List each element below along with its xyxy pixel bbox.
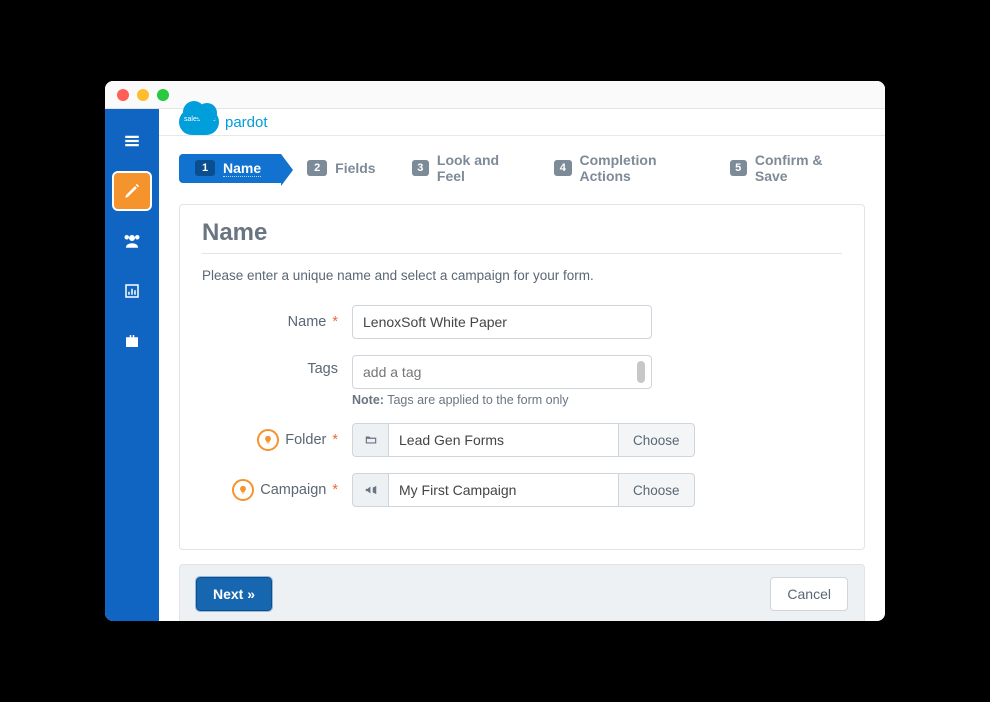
step-number: 5 (730, 160, 747, 176)
step-label: Name (223, 160, 261, 177)
sidebar-item-reports[interactable] (114, 273, 150, 309)
name-input[interactable] (352, 305, 652, 339)
step-number: 4 (554, 160, 571, 176)
label-campaign: Campaign* (202, 479, 352, 501)
step-name[interactable]: 1 Name (179, 154, 281, 183)
sidebar-item-briefcase[interactable] (114, 323, 150, 359)
row-tags: Tags Note: Tags are applied to the form … (202, 355, 842, 407)
row-campaign: Campaign* Choose (202, 473, 842, 507)
step-look-and-feel[interactable]: 3 Look and Feel (396, 146, 539, 190)
scrollbar-icon[interactable] (637, 361, 645, 383)
fullscreen-icon[interactable] (157, 89, 169, 101)
folder-choose-button[interactable]: Choose (618, 423, 695, 457)
sidebar-item-edit[interactable] (114, 173, 150, 209)
campaign-input[interactable] (388, 473, 618, 507)
step-completion-actions[interactable]: 4 Completion Actions (538, 146, 713, 190)
panel-intro: Please enter a unique name and select a … (202, 268, 842, 283)
header: salesforce pardot (159, 109, 885, 136)
step-label: Fields (335, 160, 375, 176)
step-number: 1 (195, 160, 215, 176)
step-number: 2 (307, 160, 327, 176)
wizard-stepper: 1 Name 2 Fields 3 Look and Feel 4 Comple… (159, 136, 885, 190)
form-panel: Name Please enter a unique name and sele… (179, 204, 865, 550)
users-icon (123, 232, 141, 250)
step-label: Look and Feel (437, 152, 518, 184)
salesforce-cloud-icon: salesforce (179, 109, 219, 135)
megaphone-icon (352, 473, 388, 507)
sidebar-item-menu[interactable] (114, 123, 150, 159)
sidebar (105, 109, 159, 621)
footer: Next » Cancel (179, 564, 865, 621)
step-label: Confirm & Save (755, 152, 845, 184)
logo-product: pardot (225, 114, 268, 131)
tags-field[interactable] (352, 355, 652, 389)
label-folder: Folder* (202, 429, 352, 451)
minimize-icon[interactable] (137, 89, 149, 101)
sidebar-item-users[interactable] (114, 223, 150, 259)
cancel-button[interactable]: Cancel (770, 577, 848, 611)
row-folder: Folder* Choose (202, 423, 842, 457)
main-content: salesforce pardot 1 Name 2 Fields 3 Look… (159, 109, 885, 621)
lightbulb-icon[interactable] (257, 429, 279, 451)
campaign-choose-button[interactable]: Choose (618, 473, 695, 507)
label-tags: Tags (202, 355, 352, 377)
step-number: 3 (412, 160, 429, 176)
lightbulb-icon[interactable] (232, 479, 254, 501)
panel-title: Name (202, 219, 842, 254)
label-name: Name* (202, 314, 352, 330)
logo-brand: salesforce (184, 116, 216, 123)
briefcase-icon (123, 332, 141, 350)
tags-note: Note: Tags are applied to the form only (352, 393, 652, 407)
folder-icon (352, 423, 388, 457)
row-name: Name* (202, 305, 842, 339)
edit-icon (123, 182, 141, 200)
menu-icon (123, 132, 141, 150)
folder-input[interactable] (388, 423, 618, 457)
step-fields[interactable]: 2 Fields (281, 154, 395, 182)
mac-titlebar (105, 81, 885, 109)
logo[interactable]: salesforce pardot (179, 109, 268, 135)
step-label: Completion Actions (580, 152, 694, 184)
close-icon[interactable] (117, 89, 129, 101)
app-window: salesforce pardot 1 Name 2 Fields 3 Look… (105, 81, 885, 621)
chart-icon (123, 282, 141, 300)
tags-input[interactable] (363, 364, 637, 380)
step-confirm-save[interactable]: 5 Confirm & Save (714, 146, 865, 190)
next-button[interactable]: Next » (196, 577, 272, 611)
